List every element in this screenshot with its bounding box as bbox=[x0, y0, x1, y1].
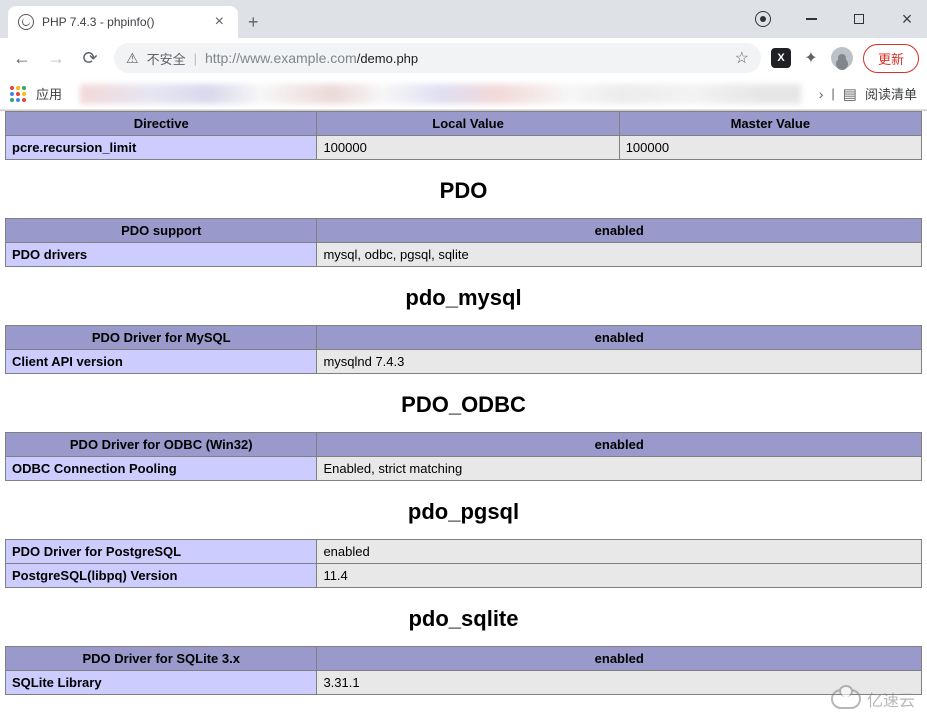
table-row: SQLite Library 3.31.1 bbox=[6, 671, 922, 695]
header-val: enabled bbox=[317, 326, 922, 350]
directive-name: pcre.recursion_limit bbox=[6, 136, 317, 160]
col-directive: Directive bbox=[6, 112, 317, 136]
pdo-table: PDO support enabled PDO drivers mysql, o… bbox=[5, 218, 922, 267]
header-key: PDO Driver for ODBC (Win32) bbox=[6, 433, 317, 457]
profile-avatar-icon[interactable] bbox=[831, 47, 853, 69]
local-value: 100000 bbox=[317, 136, 619, 160]
table-row: Client API version mysqlnd 7.4.3 bbox=[6, 350, 922, 374]
apps-label[interactable]: 应用 bbox=[36, 84, 62, 103]
forward-button[interactable]: → bbox=[42, 44, 70, 72]
back-button[interactable]: ← bbox=[8, 44, 36, 72]
extension-icon[interactable]: X bbox=[771, 48, 791, 68]
table-row: PDO Driver for PostgreSQL enabled bbox=[6, 540, 922, 564]
incognito-icon[interactable] bbox=[753, 9, 773, 29]
pdo-odbc-table: PDO Driver for ODBC (Win32) enabled ODBC… bbox=[5, 432, 922, 481]
separator: | bbox=[831, 86, 834, 101]
row-val: enabled bbox=[317, 540, 922, 564]
row-val: mysqlnd 7.4.3 bbox=[317, 350, 922, 374]
globe-icon bbox=[18, 14, 34, 30]
nav-bar: ← → ⟳ ⚠ 不安全 | http://www.example.com/dem… bbox=[0, 38, 927, 78]
pcre-table: Directive Local Value Master Value pcre.… bbox=[5, 111, 922, 160]
pdo-mysql-table: PDO Driver for MySQL enabled Client API … bbox=[5, 325, 922, 374]
row-key: Client API version bbox=[6, 350, 317, 374]
phpinfo-content: Directive Local Value Master Value pcre.… bbox=[0, 111, 927, 695]
watermark: 亿速云 bbox=[831, 687, 915, 711]
row-key: PDO Driver for PostgreSQL bbox=[6, 540, 317, 564]
section-title-pdo-pgsql: pdo_pgsql bbox=[5, 481, 922, 539]
reading-list-icon[interactable]: ▤ bbox=[843, 85, 857, 103]
window-controls: × bbox=[753, 0, 927, 38]
table-row: pcre.recursion_limit 100000 100000 bbox=[6, 136, 922, 160]
header-val: enabled bbox=[317, 647, 922, 671]
title-bar: PHP 7.4.3 - phpinfo() × + × bbox=[0, 0, 927, 38]
table-header-row: PDO Driver for SQLite 3.x enabled bbox=[6, 647, 922, 671]
row-val: 11.4 bbox=[317, 564, 922, 588]
table-row: ODBC Connection Pooling Enabled, strict … bbox=[6, 457, 922, 481]
browser-tab[interactable]: PHP 7.4.3 - phpinfo() × bbox=[8, 6, 238, 38]
reload-button[interactable]: ⟳ bbox=[76, 44, 104, 72]
col-local: Local Value bbox=[317, 112, 619, 136]
row-key: PDO drivers bbox=[6, 243, 317, 267]
table-header-row: PDO support enabled bbox=[6, 219, 922, 243]
url-separator: | bbox=[194, 51, 197, 66]
table-row: PDO drivers mysql, odbc, pgsql, sqlite bbox=[6, 243, 922, 267]
watermark-text: 亿速云 bbox=[867, 687, 915, 711]
bookmark-star-icon[interactable]: ☆ bbox=[735, 48, 749, 68]
header-val: enabled bbox=[317, 433, 922, 457]
address-bar[interactable]: ⚠ 不安全 | http://www.example.com/demo.php … bbox=[114, 43, 761, 73]
row-key: SQLite Library bbox=[6, 671, 317, 695]
bookmark-bar: 应用 › | ▤ 阅读清单 bbox=[0, 78, 927, 110]
warning-icon: ⚠ bbox=[126, 50, 139, 67]
cloud-icon bbox=[831, 689, 861, 709]
section-title-pdo-sqlite: pdo_sqlite bbox=[5, 588, 922, 646]
chevron-right-icon[interactable]: › bbox=[819, 86, 824, 102]
section-title-pdo-mysql: pdo_mysql bbox=[5, 267, 922, 325]
table-row: PostgreSQL(libpq) Version 11.4 bbox=[6, 564, 922, 588]
row-key: ODBC Connection Pooling bbox=[6, 457, 317, 481]
header-key: PDO support bbox=[6, 219, 317, 243]
apps-icon[interactable] bbox=[10, 86, 26, 102]
header-val: enabled bbox=[317, 219, 922, 243]
url-text: http://www.example.com/demo.php bbox=[205, 50, 418, 66]
table-header-row: PDO Driver for MySQL enabled bbox=[6, 326, 922, 350]
window-close-icon[interactable]: × bbox=[897, 9, 917, 29]
col-master: Master Value bbox=[619, 112, 921, 136]
row-val: mysql, odbc, pgsql, sqlite bbox=[317, 243, 922, 267]
new-tab-button[interactable]: + bbox=[238, 6, 269, 38]
section-title-pdo: PDO bbox=[5, 160, 922, 218]
section-title-pdo-odbc: PDO_ODBC bbox=[5, 374, 922, 432]
security-label: 不安全 bbox=[147, 49, 186, 68]
table-header-row: Directive Local Value Master Value bbox=[6, 112, 922, 136]
reading-list-label[interactable]: 阅读清单 bbox=[865, 84, 917, 103]
close-icon[interactable]: × bbox=[211, 13, 228, 31]
update-button[interactable]: 更新 bbox=[863, 44, 919, 73]
master-value: 100000 bbox=[619, 136, 921, 160]
browser-chrome: PHP 7.4.3 - phpinfo() × + × ← → ⟳ ⚠ 不安全 … bbox=[0, 0, 927, 111]
table-header-row: PDO Driver for ODBC (Win32) enabled bbox=[6, 433, 922, 457]
pdo-pgsql-table: PDO Driver for PostgreSQL enabled Postgr… bbox=[5, 539, 922, 588]
row-val: Enabled, strict matching bbox=[317, 457, 922, 481]
bookmarks-blurred bbox=[80, 84, 801, 104]
header-key: PDO Driver for SQLite 3.x bbox=[6, 647, 317, 671]
minimize-icon[interactable] bbox=[801, 9, 821, 29]
header-key: PDO Driver for MySQL bbox=[6, 326, 317, 350]
maximize-icon[interactable] bbox=[849, 9, 869, 29]
row-key: PostgreSQL(libpq) Version bbox=[6, 564, 317, 588]
pdo-sqlite-table: PDO Driver for SQLite 3.x enabled SQLite… bbox=[5, 646, 922, 695]
tab-title: PHP 7.4.3 - phpinfo() bbox=[42, 15, 203, 29]
extensions-icon[interactable]: ✦ bbox=[797, 44, 825, 72]
